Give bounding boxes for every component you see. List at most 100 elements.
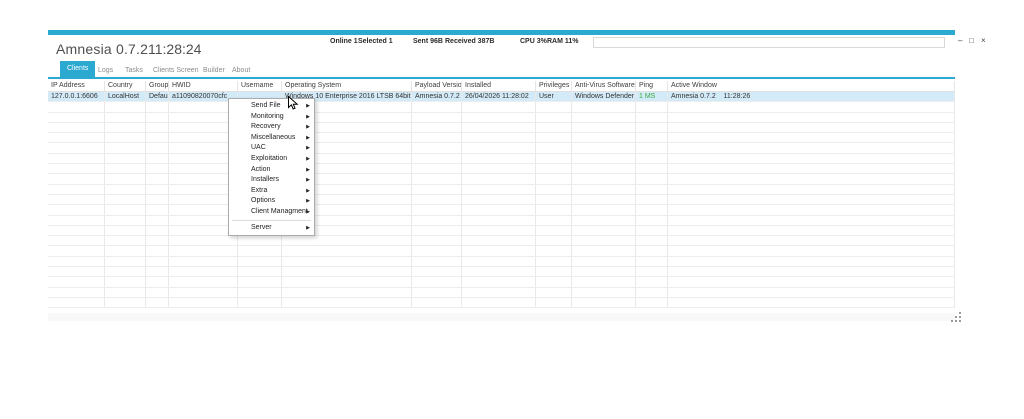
cell-empty — [572, 257, 636, 266]
tab-about[interactable]: About — [232, 64, 250, 77]
cell-empty — [146, 185, 169, 194]
cell-empty — [536, 226, 572, 235]
column-header-operating-system[interactable]: Operating System — [282, 81, 412, 91]
cell-empty — [412, 174, 462, 183]
menu-item-miscellaneous[interactable]: Miscellaneous▶ — [229, 133, 314, 144]
tab-clients[interactable]: Clients — [60, 61, 95, 77]
tab-clients-screen[interactable]: Clients Screen — [153, 64, 199, 77]
cell-empty — [282, 277, 412, 286]
horizontal-scrollbar[interactable] — [48, 313, 955, 321]
menu-item-installers[interactable]: Installers▶ — [229, 175, 314, 186]
cell-empty — [462, 205, 536, 214]
cell-empty — [636, 113, 668, 122]
cell-empty — [412, 216, 462, 225]
column-header-ip-address[interactable]: IP Address — [48, 81, 105, 91]
cell-empty — [105, 123, 146, 132]
close-button[interactable]: × — [981, 35, 986, 47]
accent-topbar — [48, 30, 955, 35]
cell-empty — [146, 246, 169, 255]
cell-empty — [668, 267, 955, 276]
tab-strip: ClientsLogs Tasks Clients Screen Builder Abo… — [48, 61, 955, 77]
column-header-hwid[interactable]: HWID — [169, 81, 238, 91]
menu-item-client-managment[interactable]: Client Managment▶ — [229, 207, 314, 218]
tab-logs[interactable]: Logs — [98, 64, 113, 77]
table-row-empty — [48, 154, 955, 164]
cell-empty — [412, 298, 462, 307]
cell-empty — [536, 288, 572, 297]
submenu-arrow-icon: ▶ — [306, 165, 310, 176]
cell-empty — [668, 216, 955, 225]
column-header-group[interactable]: Group — [146, 81, 169, 91]
cell-empty — [146, 277, 169, 286]
cell-empty — [536, 267, 572, 276]
cell-country: LocalHost — [105, 92, 146, 101]
table-row-empty — [48, 143, 955, 153]
cell-empty — [668, 277, 955, 286]
menu-item-label: UAC — [251, 144, 266, 151]
cell-empty — [412, 154, 462, 163]
cell-empty — [572, 113, 636, 122]
cell-empty — [462, 154, 536, 163]
column-header-privileges[interactable]: Privileges — [536, 81, 572, 91]
cell-empty — [536, 298, 572, 307]
column-header-ping[interactable]: Ping — [636, 81, 668, 91]
column-header-active-window[interactable]: Active Window — [668, 81, 955, 91]
submenu-arrow-icon: ▶ — [306, 186, 310, 197]
stat-item: Selected 1 — [358, 38, 393, 45]
cell-empty — [668, 133, 955, 142]
cell-active-window: Amnesia 0.7.2 11:28:26 — [668, 92, 955, 101]
tab-builder[interactable]: Builder — [203, 64, 225, 77]
menu-item-label: Recovery — [251, 123, 281, 130]
cell-empty — [572, 236, 636, 245]
cell-empty — [146, 267, 169, 276]
cell-empty — [146, 288, 169, 297]
menu-item-monitoring[interactable]: Monitoring▶ — [229, 112, 314, 123]
menu-item-send-file[interactable]: Send File▶ — [229, 101, 314, 112]
table-row[interactable]: 127.0.0.1:6606LocalHostDefaulta110908200… — [48, 92, 955, 102]
cell-empty — [48, 185, 105, 194]
resize-grip[interactable] — [951, 312, 962, 323]
cell-empty — [636, 143, 668, 152]
cell-empty — [572, 102, 636, 111]
menu-item-recovery[interactable]: Recovery▶ — [229, 122, 314, 133]
cell-empty — [462, 257, 536, 266]
submenu-arrow-icon: ▶ — [306, 101, 310, 112]
cell-empty — [636, 277, 668, 286]
maximize-button[interactable]: □ — [969, 35, 974, 47]
cell-group: Default — [146, 92, 169, 101]
table-row-empty — [48, 164, 955, 174]
column-header-anti-virus-software[interactable]: Anti-Virus Software — [572, 81, 636, 91]
table-header-row: IP AddressCountryGroupHWIDUsernameOperat… — [48, 81, 955, 92]
cell-empty — [146, 164, 169, 173]
cell-empty — [636, 174, 668, 183]
table-row-empty — [48, 277, 955, 287]
mouse-cursor — [288, 96, 299, 111]
column-header-username[interactable]: Username — [238, 81, 282, 91]
menu-item-options[interactable]: Options▶ — [229, 196, 314, 207]
menu-item-extra[interactable]: Extra▶ — [229, 186, 314, 197]
cell-empty — [105, 102, 146, 111]
cell-empty — [462, 288, 536, 297]
table-row-empty — [48, 102, 955, 112]
menu-item-exploitation[interactable]: Exploitation▶ — [229, 154, 314, 165]
cell-empty — [238, 246, 282, 255]
submenu-arrow-icon: ▶ — [306, 133, 310, 144]
menu-item-action[interactable]: Action▶ — [229, 165, 314, 176]
column-header-payload-version[interactable]: Payload Version — [412, 81, 462, 91]
minimize-button[interactable]: – — [958, 35, 962, 47]
menu-item-uac[interactable]: UAC▶ — [229, 143, 314, 154]
cell-empty — [238, 236, 282, 245]
column-header-installed[interactable]: Installed — [462, 81, 536, 91]
table-row-empty — [48, 267, 955, 277]
column-header-country[interactable]: Country — [105, 81, 146, 91]
tab-tasks[interactable]: Tasks — [125, 64, 143, 77]
cell-empty — [636, 246, 668, 255]
menu-item-server[interactable]: Server▶ — [229, 223, 314, 234]
context-menu: Send File▶Monitoring▶Recovery▶Miscellane… — [228, 98, 315, 236]
cell-empty — [462, 174, 536, 183]
cell-empty — [282, 257, 412, 266]
cell-empty — [105, 298, 146, 307]
cell-empty — [536, 133, 572, 142]
cell-empty — [668, 205, 955, 214]
cell-empty — [462, 164, 536, 173]
